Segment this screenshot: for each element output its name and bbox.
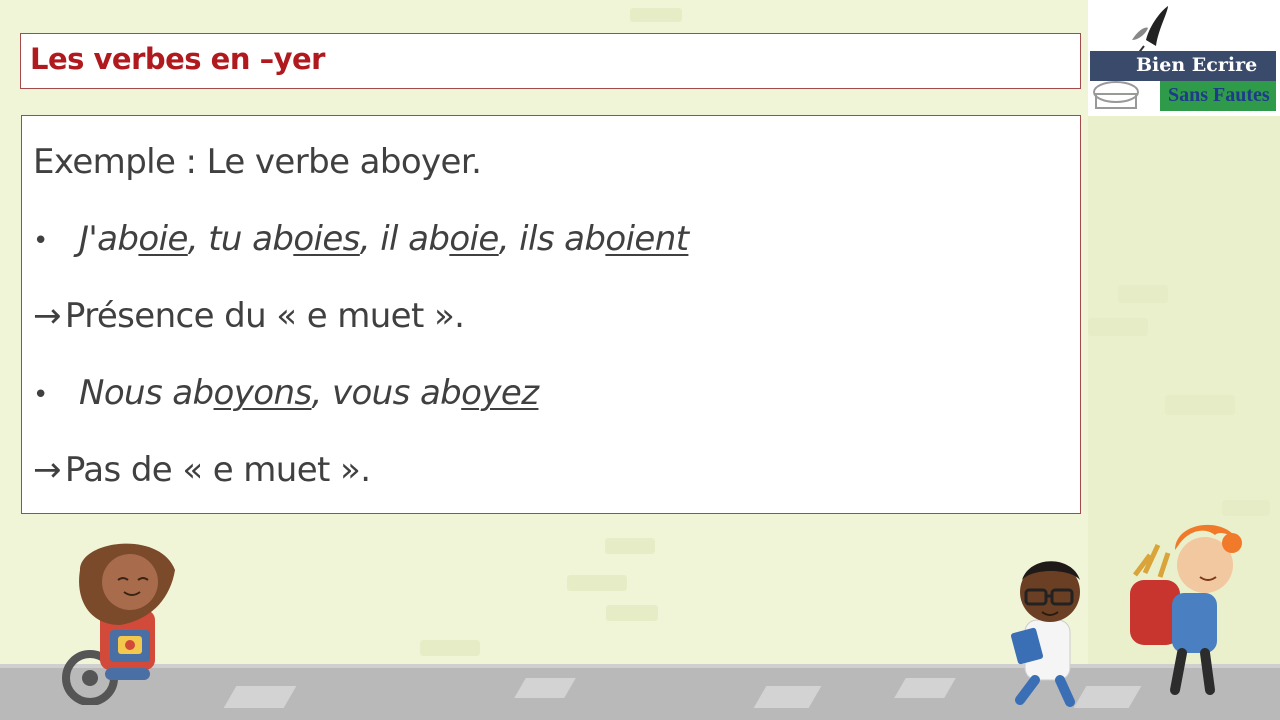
underlined-ending: oyons bbox=[213, 373, 313, 413]
bullet: • bbox=[33, 225, 48, 256]
boy-backpack-illustration bbox=[1130, 524, 1242, 695]
underlined-ending: oie bbox=[138, 219, 188, 259]
logo-line2: Sans Fautes bbox=[1168, 84, 1270, 106]
bg-brick bbox=[1222, 500, 1270, 516]
bg-brick bbox=[1118, 285, 1168, 303]
title-box: Les verbes en –yer bbox=[20, 33, 1081, 89]
bg-brick bbox=[605, 538, 655, 554]
arrow-right-icon: → bbox=[33, 296, 61, 336]
note-line-e-muet: → Présence du « e muet ». bbox=[33, 296, 465, 336]
boy-glasses-illustration bbox=[1010, 561, 1080, 707]
logo: Bien Ecrire Sans Fautes bbox=[1088, 0, 1280, 116]
slide-title: Les verbes en –yer bbox=[30, 42, 325, 76]
girl-wheelchair-illustration bbox=[62, 543, 175, 705]
underlined-ending: oies bbox=[293, 219, 360, 259]
underlined-ending: oie bbox=[449, 219, 499, 259]
bg-brick bbox=[567, 575, 627, 591]
logo-line1: Bien Ecrire bbox=[1136, 54, 1258, 76]
bg-brick bbox=[606, 605, 658, 621]
bg-brick bbox=[420, 640, 480, 656]
bg-brick bbox=[630, 8, 682, 22]
bullet: • bbox=[33, 379, 48, 410]
bg-brick bbox=[1165, 395, 1235, 415]
note-line-no-e-muet: → Pas de « e muet ». bbox=[33, 450, 371, 490]
content-box: Exemple : Le verbe aboyer. • J'aboie, tu … bbox=[21, 115, 1081, 514]
conjugation-line-plural: • Nous aboyons, vous aboyez bbox=[33, 373, 539, 413]
arrow-right-icon: → bbox=[33, 450, 61, 490]
underlined-ending: oyez bbox=[461, 373, 539, 413]
bg-brick bbox=[1088, 318, 1148, 336]
conjugation-line-singular: • J'aboie, tu aboies, il aboie, ils aboie… bbox=[33, 219, 689, 259]
underlined-ending: oient bbox=[605, 219, 689, 259]
example-line: Exemple : Le verbe aboyer. bbox=[33, 142, 482, 182]
